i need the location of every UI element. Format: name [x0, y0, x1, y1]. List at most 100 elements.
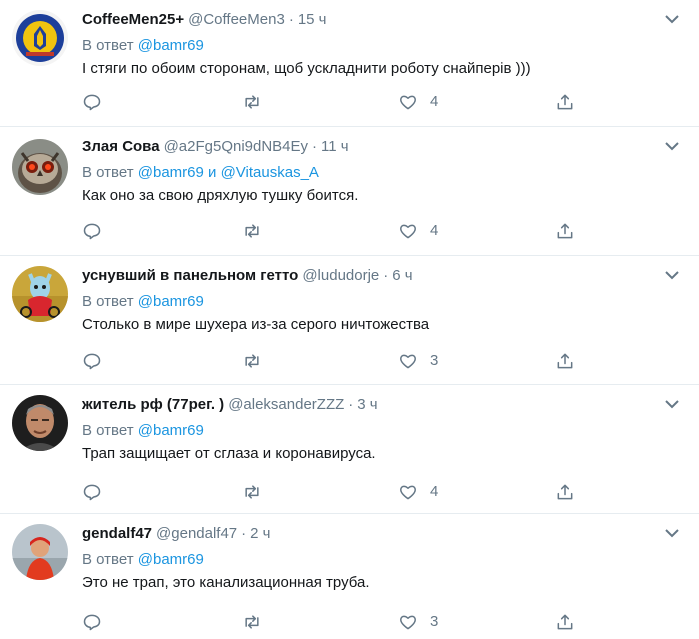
- share-button[interactable]: [555, 611, 575, 633]
- avatar[interactable]: [12, 524, 68, 580]
- avatar[interactable]: [12, 266, 68, 322]
- retweet-icon: [245, 224, 259, 238]
- reply-button[interactable]: [82, 350, 102, 372]
- chevron-down-icon[interactable]: [663, 268, 681, 282]
- share-icon: [557, 614, 573, 630]
- avatar[interactable]: [12, 10, 68, 66]
- user-handle[interactable]: @aleksanderZZZ: [228, 396, 344, 413]
- separator-dot: ·: [241, 525, 247, 542]
- mention-link[interactable]: @Vitauskas_A: [221, 164, 319, 181]
- display-name[interactable]: CoffeeMen25+: [82, 11, 184, 28]
- mention-link[interactable]: @bamr69: [138, 37, 204, 54]
- reply-button[interactable]: [82, 481, 102, 503]
- like-count: 3: [430, 352, 439, 369]
- heart-icon: [399, 615, 417, 630]
- like-button[interactable]: 4: [398, 481, 438, 503]
- timestamp[interactable]: 15 ч: [298, 11, 327, 28]
- mention-link[interactable]: @bamr69: [138, 422, 204, 439]
- timestamp[interactable]: 3 ч: [357, 396, 377, 413]
- separator-dot: ·: [288, 11, 294, 28]
- separator-dot: ·: [348, 396, 354, 413]
- reply-feed: CoffeeMen25+ @CoffeeMen3 · 15 ч В ответ @ba…: [0, 0, 699, 639]
- tweet-actions: 4: [82, 481, 582, 503]
- chevron-down-icon[interactable]: [663, 12, 681, 26]
- person-outdoors-avatar-icon: [12, 524, 68, 580]
- retweet-icon: [245, 354, 259, 368]
- reply-joiner: и: [208, 164, 217, 181]
- user-handle[interactable]: @gendalf47: [156, 525, 237, 542]
- tweet-text: Трап защищает от сглаза и коронавируса.: [82, 445, 376, 462]
- reply-icon: [83, 223, 101, 240]
- reply-tweet[interactable]: Злая Сова @a2Fg5Qni9dNB4Ey · 11 ч В ответ @…: [0, 127, 699, 256]
- chevron-down-icon[interactable]: [663, 397, 681, 411]
- user-handle[interactable]: @a2Fg5Qni9dNB4Ey: [164, 138, 308, 155]
- display-name[interactable]: gendalf47: [82, 525, 152, 542]
- user-handle[interactable]: @lududorje: [302, 267, 379, 284]
- like-button[interactable]: 3: [398, 350, 438, 372]
- share-button[interactable]: [555, 91, 575, 113]
- share-icon: [557, 353, 573, 369]
- owl-avatar-icon: [12, 139, 68, 195]
- tweet-actions: 3: [82, 350, 582, 372]
- timestamp[interactable]: 2 ч: [250, 525, 270, 542]
- tweet-header: уснувший в панельном гетто @lududorje · 6 ч: [82, 266, 413, 286]
- reply-prefix: В ответ: [82, 551, 134, 568]
- timestamp[interactable]: 6 ч: [392, 267, 412, 284]
- reply-context: В ответ @bamr69: [82, 550, 204, 570]
- chevron-down-icon[interactable]: [663, 139, 681, 153]
- avatar[interactable]: [12, 395, 68, 451]
- reply-icon: [83, 353, 101, 370]
- man-portrait-avatar-icon: [12, 395, 68, 451]
- like-count: 4: [430, 222, 439, 239]
- reply-context: В ответ @bamr69 и @Vitauskas_A: [82, 163, 319, 183]
- retweet-button[interactable]: [242, 220, 262, 242]
- user-handle[interactable]: @CoffeeMen3: [188, 11, 285, 28]
- reply-context: В ответ @bamr69: [82, 36, 204, 56]
- display-name[interactable]: Злая Сова: [82, 138, 160, 155]
- heart-icon: [399, 224, 417, 239]
- reply-icon: [83, 94, 101, 111]
- share-button[interactable]: [555, 350, 575, 372]
- heart-icon: [399, 485, 417, 500]
- retweet-button[interactable]: [242, 350, 262, 372]
- heart-icon: [399, 95, 417, 110]
- display-name[interactable]: уснувший в панельном гетто: [82, 267, 298, 284]
- heart-icon: [399, 354, 417, 369]
- reply-button[interactable]: [82, 611, 102, 633]
- tweet-actions: 4: [82, 91, 582, 113]
- retweet-button[interactable]: [242, 611, 262, 633]
- tweet-text: Как оно за свою дряхлую тушку боится.: [82, 187, 359, 204]
- reply-prefix: В ответ: [82, 422, 134, 439]
- mention-link[interactable]: @bamr69: [138, 164, 204, 181]
- retweet-button[interactable]: [242, 91, 262, 113]
- like-button[interactable]: 4: [398, 220, 438, 242]
- mention-link[interactable]: @bamr69: [138, 551, 204, 568]
- reply-tweet[interactable]: gendalf47 @gendalf47 · 2 ч В ответ @bamr69 …: [0, 514, 699, 639]
- retweet-button[interactable]: [242, 481, 262, 503]
- tweet-header: gendalf47 @gendalf47 · 2 ч: [82, 524, 270, 544]
- reply-context: В ответ @bamr69: [82, 421, 204, 441]
- tweet-header: Злая Сова @a2Fg5Qni9dNB4Ey · 11 ч: [82, 137, 349, 157]
- reply-tweet[interactable]: уснувший в панельном гетто @lududorje · 6 ч…: [0, 256, 699, 385]
- like-button[interactable]: 4: [398, 91, 438, 113]
- reply-tweet[interactable]: житель рф (77рег. ) @aleksanderZZZ · 3 ч В …: [0, 385, 699, 514]
- chevron-down-icon[interactable]: [663, 526, 681, 540]
- share-button[interactable]: [555, 481, 575, 503]
- reply-icon: [83, 484, 101, 501]
- share-button[interactable]: [555, 220, 575, 242]
- ukraine-flag-avatar-icon: [12, 10, 68, 66]
- tweet-text: Это не трап, это канализационная труба.: [82, 574, 370, 591]
- retweet-icon: [245, 95, 259, 109]
- reply-button[interactable]: [82, 220, 102, 242]
- reply-tweet[interactable]: CoffeeMen25+ @CoffeeMen3 · 15 ч В ответ @ba…: [0, 0, 699, 127]
- timestamp[interactable]: 11 ч: [321, 138, 349, 155]
- separator-dot: ·: [312, 138, 318, 155]
- reply-prefix: В ответ: [82, 37, 134, 54]
- like-count: 3: [430, 613, 439, 630]
- display-name[interactable]: житель рф (77рег. ): [82, 396, 224, 413]
- mention-link[interactable]: @bamr69: [138, 293, 204, 310]
- like-button[interactable]: 3: [398, 611, 438, 633]
- reply-icon: [83, 614, 101, 631]
- reply-button[interactable]: [82, 91, 102, 113]
- avatar[interactable]: [12, 139, 68, 195]
